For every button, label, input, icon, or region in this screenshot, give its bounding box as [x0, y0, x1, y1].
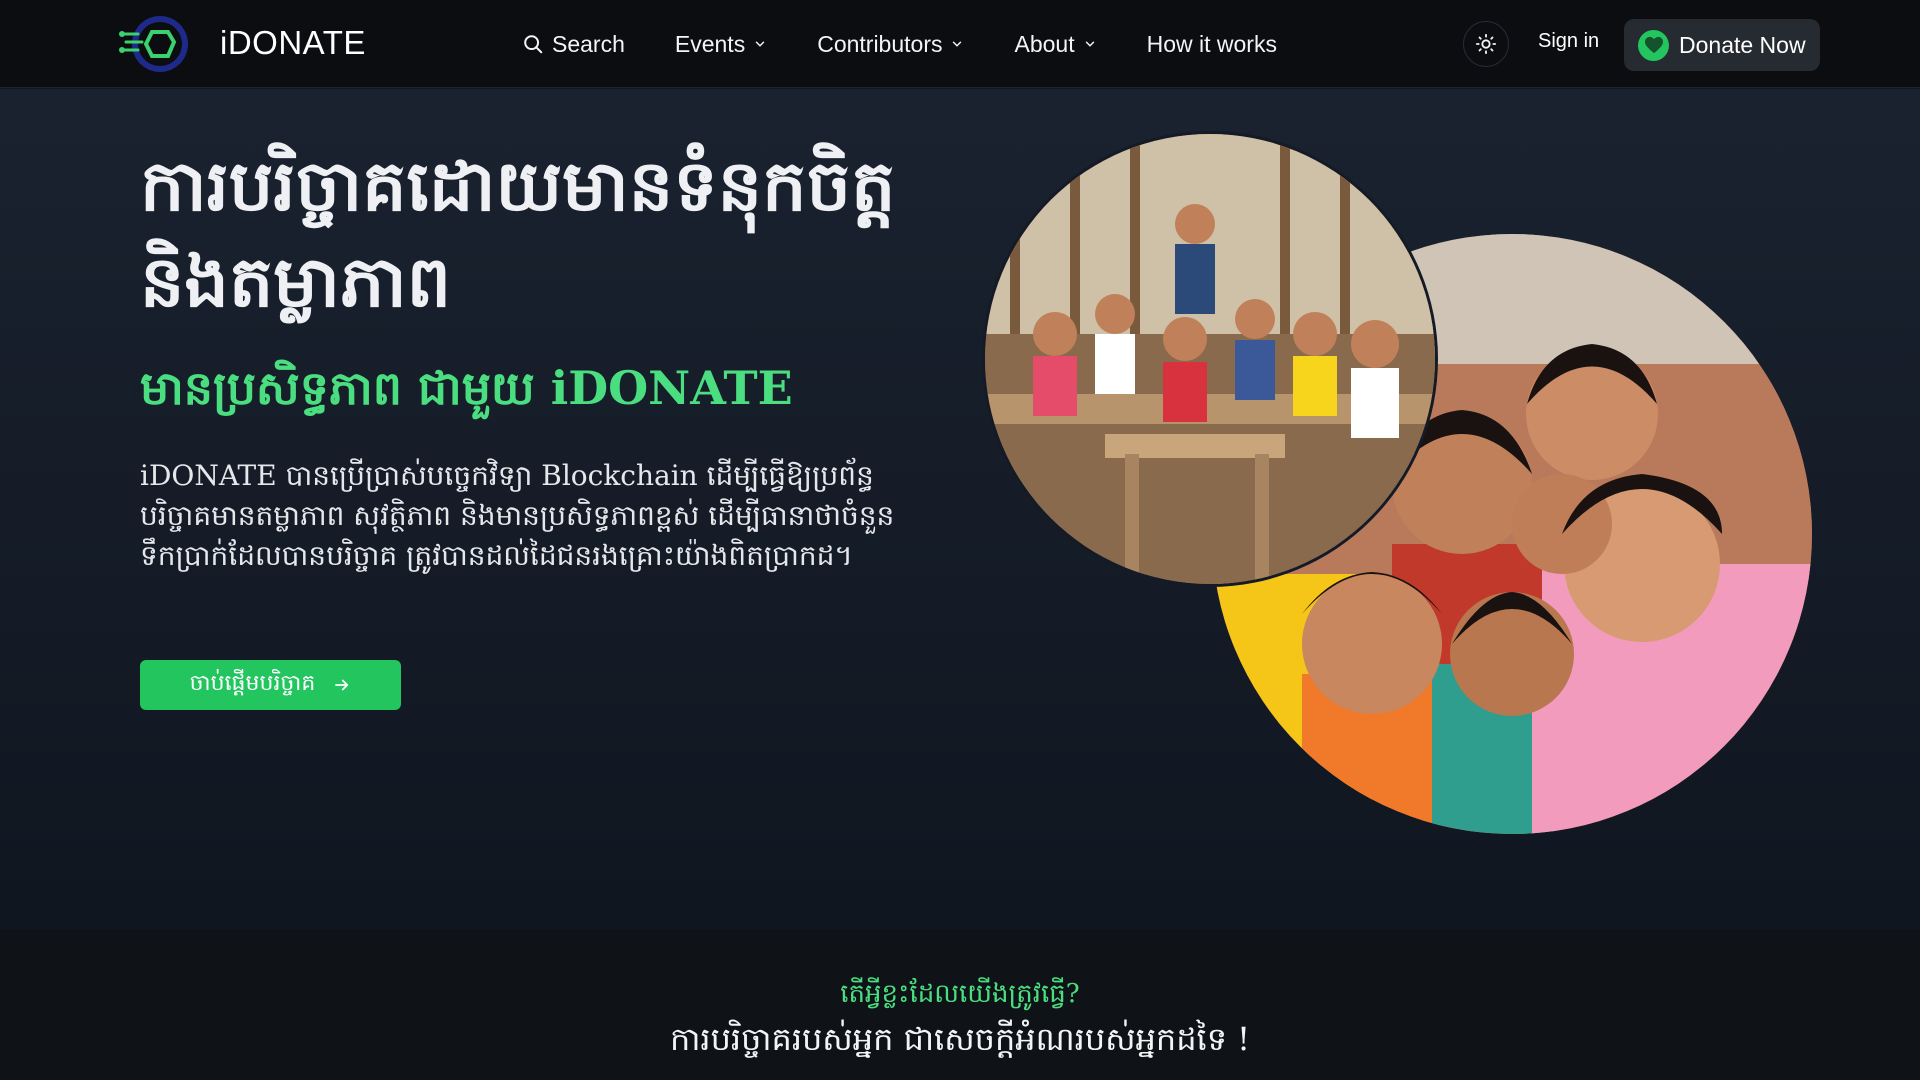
arrow-right-icon — [335, 679, 349, 691]
chevron-down-icon — [755, 41, 765, 47]
hero-subtitle: មានប្រសិទ្ធភាព ជាមួយ iDONATE — [140, 361, 793, 415]
what-we-do-section: តើអ្វីខ្លះដែលយើងត្រូវធ្វើ? ការបរិច្ចាគរប… — [0, 929, 1920, 1080]
sun-icon — [1475, 33, 1497, 55]
idonate-logo[interactable] — [116, 12, 192, 76]
nav-search[interactable]: Search — [522, 31, 625, 58]
nav-contributors-label: Contributors — [817, 30, 943, 57]
section-question: តើអ្វីខ្លះដែលយើងត្រូវធ្វើ? — [840, 979, 1080, 1009]
nav-about[interactable]: About — [1014, 31, 1096, 58]
heart-icon — [1638, 29, 1669, 61]
nav-how-it-works[interactable]: How it works — [1147, 31, 1277, 58]
nav-contributors[interactable]: Contributors — [817, 31, 964, 58]
chevron-down-icon — [1085, 41, 1094, 47]
brand-name[interactable]: iDONATE — [220, 24, 366, 62]
donate-now-button[interactable]: Donate Now — [1624, 19, 1820, 71]
nav-about-label: About — [1014, 30, 1075, 57]
section-heading: ការបរិច្ចាគរបស់អ្នក ជាសេចក្តីអំណរបស់អ្នក… — [669, 1020, 1251, 1058]
hero-description: iDONATE បានប្រើប្រាស់បច្ចេកវិទ្យា Blockc… — [140, 459, 895, 572]
search-icon — [524, 35, 543, 54]
hero-title: ការបរិច្ចាគដោយមានទំនុកចិត្ត និងតម្លាភាព — [140, 144, 896, 323]
main-nav: Search Events Contributors About How it … — [522, 0, 1327, 88]
chevron-down-icon — [953, 41, 962, 47]
nav-events[interactable]: Events — [675, 31, 767, 58]
start-donating-label: ចាប់ផ្តើមបរិច្ចាគ — [189, 670, 316, 695]
nav-how-it-works-label: How it works — [1146, 30, 1277, 57]
classroom-photo-illustration — [985, 134, 1435, 584]
classroom-photo — [985, 134, 1435, 584]
donate-now-label: Donate Now — [1679, 31, 1806, 58]
top-navbar: iDONATE Search Events Contributors About… — [0, 0, 1920, 88]
nav-events-label: Events — [674, 30, 746, 57]
start-donating-button[interactable]: ចាប់ផ្តើមបរិច្ចាគ — [140, 660, 401, 710]
theme-toggle-button[interactable] — [1463, 21, 1509, 67]
sign-in-link[interactable]: Sign in — [1538, 30, 1599, 53]
nav-search-label: Search — [552, 30, 625, 57]
